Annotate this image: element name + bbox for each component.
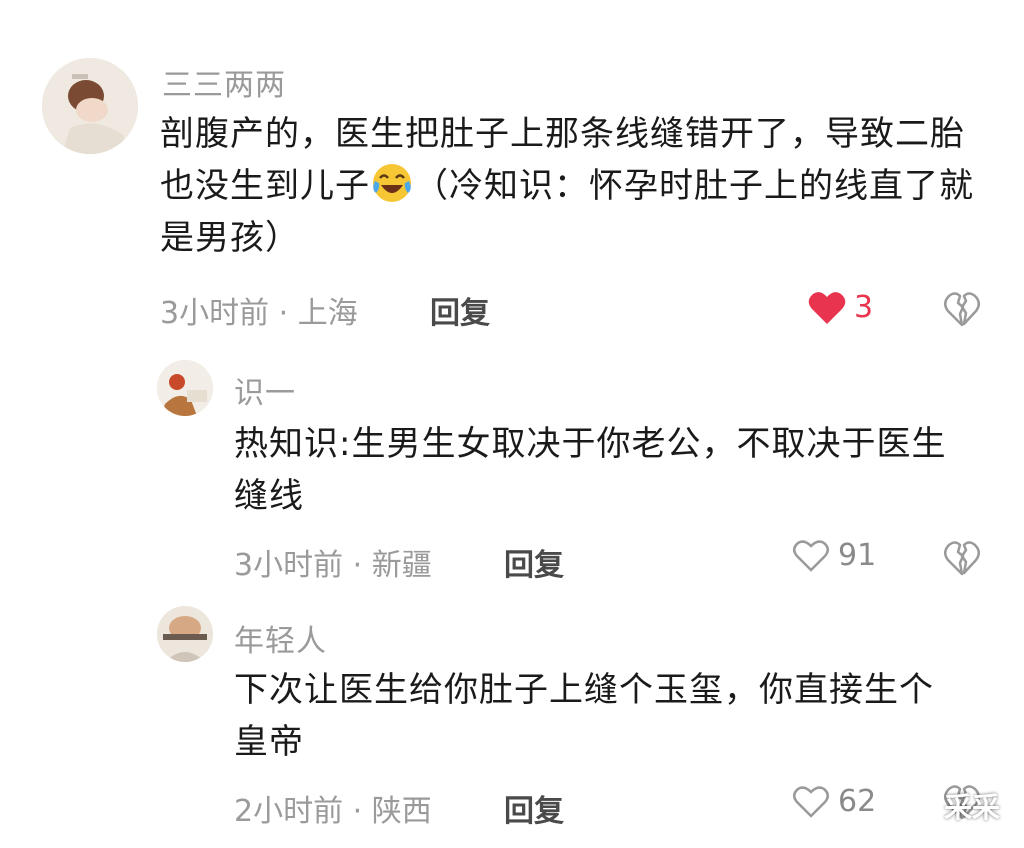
avatar[interactable] xyxy=(42,58,138,154)
avatar-image xyxy=(42,58,138,154)
avatar-image xyxy=(157,360,213,416)
comment-item-1: 三三两两 剖腹产的，医生把肚子上那条线缝错开了，导致二胎也没生到儿子 （冷知识：… xyxy=(0,0,1024,340)
reply-button[interactable]: 回复 xyxy=(504,540,564,584)
watermark: 采采 xyxy=(901,786,1000,826)
reply-button[interactable]: 回复 xyxy=(504,786,564,830)
comment-meta: 2小时前 · 陕西 xyxy=(234,794,432,829)
like-count: 3 xyxy=(854,290,874,325)
avatar-image xyxy=(157,606,213,662)
like-count: 62 xyxy=(838,784,877,819)
wechat-icon xyxy=(901,791,936,820)
comment-text: 下次让医生给你肚子上缝个玉玺，你直接生个皇帝 xyxy=(234,670,934,762)
comment-text: 热知识:生男生女取决于你老公，不取决于医生缝线 xyxy=(234,424,947,516)
avatar[interactable] xyxy=(157,360,213,416)
broken-heart-icon[interactable] xyxy=(944,540,980,576)
heart-outline-icon xyxy=(793,539,829,572)
like-button[interactable]: 91 xyxy=(792,538,876,573)
heart-outline-icon xyxy=(793,785,829,818)
reply-button[interactable]: 回复 xyxy=(430,288,490,332)
laughing-tears-emoji-icon xyxy=(373,164,411,202)
broken-heart-icon[interactable] xyxy=(944,291,980,327)
watermark-text: 采采 xyxy=(943,791,1000,824)
like-button[interactable]: 62 xyxy=(792,784,876,819)
like-button[interactable]: 3 xyxy=(808,290,873,325)
username[interactable]: 识一 xyxy=(234,368,296,412)
comment-text: 剖腹产的，医生把肚子上那条线缝错开了，导致二胎也没生到儿子 （冷知识：怀孕时肚子… xyxy=(160,108,980,264)
comment-item-2: 识一 热知识:生男生女取决于你老公，不取决于医生缝线 3小时前 · 新疆 回复 … xyxy=(0,340,1024,590)
comment-meta: 3小时前 · 上海 xyxy=(160,296,358,331)
username[interactable]: 年轻人 xyxy=(234,616,327,660)
comment-meta: 3小时前 · 新疆 xyxy=(234,548,432,583)
like-count: 91 xyxy=(838,538,877,573)
heart-filled-icon xyxy=(808,291,846,324)
comment-item-3: 年轻人 下次让医生给你肚子上缝个玉玺，你直接生个皇帝 2小时前 · 陕西 回复 … xyxy=(0,590,1024,848)
username[interactable]: 三三两两 xyxy=(162,60,286,104)
avatar[interactable] xyxy=(157,606,213,662)
